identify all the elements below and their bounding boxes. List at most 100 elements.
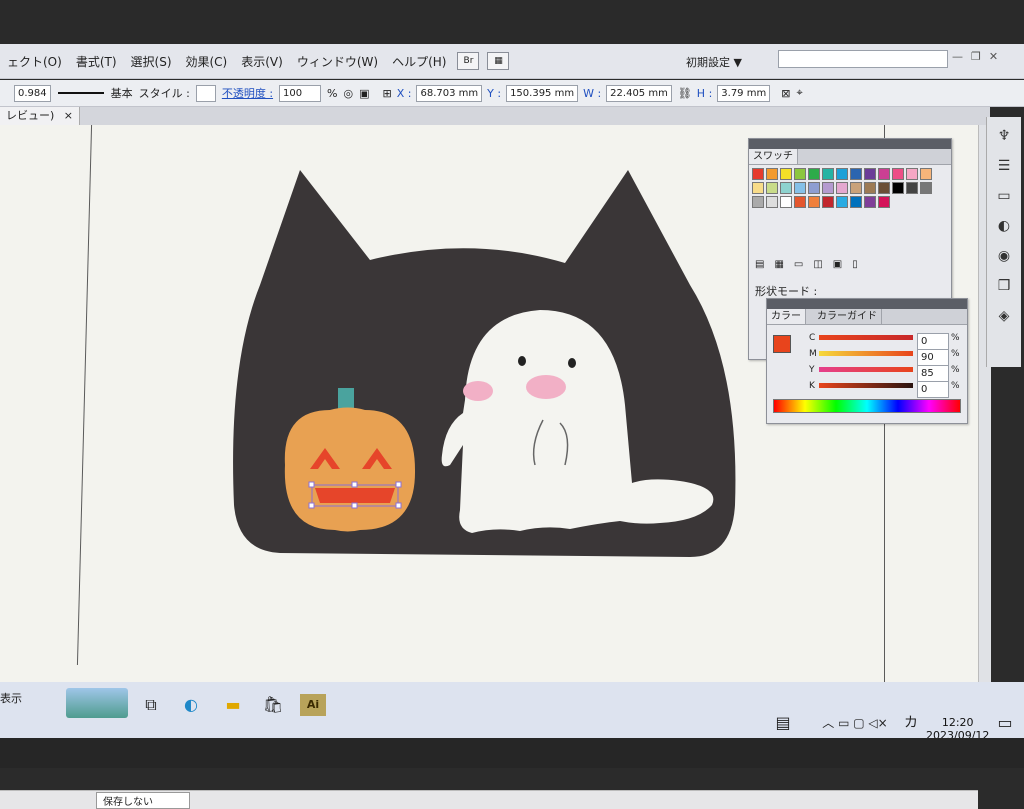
color-guide-tab[interactable]: カラーガイド xyxy=(813,309,882,324)
opacity-field[interactable]: 100 xyxy=(279,84,322,102)
menu-type[interactable]: 書式(T) xyxy=(69,53,124,70)
stroke-style-dropdown[interactable]: 基本 xyxy=(111,85,133,101)
swatch[interactable] xyxy=(864,168,876,180)
swatch[interactable] xyxy=(752,168,764,180)
swatches-tab[interactable]: スワッチ xyxy=(749,149,798,164)
swatch[interactable] xyxy=(892,182,904,194)
menu-help[interactable]: ヘルプ(H) xyxy=(385,53,453,70)
swatches-panel-header[interactable] xyxy=(749,139,951,149)
close-tab-icon[interactable]: × xyxy=(64,109,73,122)
arrange-documents-icon[interactable]: ▦ xyxy=(487,52,510,70)
swatch[interactable] xyxy=(906,168,918,180)
opacity-link[interactable]: 不透明度 : xyxy=(222,85,273,101)
swatch[interactable] xyxy=(836,168,848,180)
swatch[interactable] xyxy=(850,182,862,194)
color-spectrum-bar[interactable] xyxy=(773,399,961,413)
swatch[interactable] xyxy=(920,182,932,194)
style-dropdown[interactable] xyxy=(195,84,216,102)
bridge-button[interactable]: Br xyxy=(457,52,480,70)
swatch[interactable] xyxy=(766,182,778,194)
document-tab[interactable]: レビュー) × xyxy=(0,107,81,125)
swatch[interactable] xyxy=(752,182,764,194)
swatch[interactable] xyxy=(794,182,806,194)
file-explorer-icon[interactable]: ▬ xyxy=(220,694,246,716)
ime-indicator[interactable]: カ xyxy=(898,712,924,734)
notification-icon[interactable]: ▤ xyxy=(770,712,796,734)
search-input[interactable] xyxy=(778,50,948,68)
appearance-icon[interactable]: ◉ xyxy=(993,245,1015,267)
fill-color-swatch[interactable] xyxy=(773,335,791,353)
selection-handle[interactable] xyxy=(395,481,402,488)
color-tab[interactable]: カラー xyxy=(767,309,806,324)
swatch[interactable] xyxy=(808,168,820,180)
edge-browser-icon[interactable]: ◐ xyxy=(178,694,204,716)
minimize-icon[interactable]: — xyxy=(952,50,963,63)
m-slider[interactable] xyxy=(819,351,913,356)
system-tray-icons[interactable]: ︿ ▭ ▢ ◁× xyxy=(810,712,900,734)
stroke-panel-icon[interactable]: ☰ xyxy=(993,155,1015,177)
swatch[interactable] xyxy=(836,196,848,208)
color-panel-header[interactable] xyxy=(767,299,967,309)
k-field[interactable]: 0 xyxy=(917,381,949,398)
swatch[interactable] xyxy=(752,196,764,208)
swatch[interactable] xyxy=(808,182,820,194)
swatch[interactable] xyxy=(878,168,890,180)
graphic-styles-icon[interactable]: ❒ xyxy=(993,275,1015,297)
k-slider[interactable] xyxy=(819,383,913,388)
swatch[interactable] xyxy=(836,182,848,194)
restore-icon[interactable]: ❐ xyxy=(971,50,981,63)
transparency-icon[interactable]: ◐ xyxy=(993,215,1015,237)
stroke-width-field[interactable]: 0.984 xyxy=(14,84,51,102)
swatch[interactable] xyxy=(892,168,904,180)
y-slider[interactable] xyxy=(819,367,913,372)
illustrator-taskbar-button[interactable]: Ai xyxy=(300,694,326,716)
store-icon[interactable]: 🛍 xyxy=(260,694,286,716)
m-field[interactable]: 90 xyxy=(917,349,949,366)
recolor-icon[interactable]: ◎ xyxy=(344,87,354,100)
status-save-field[interactable]: 保存しない xyxy=(96,791,190,809)
swatch[interactable] xyxy=(906,182,918,194)
swatch[interactable] xyxy=(864,196,876,208)
x-field[interactable]: 68.703 mm xyxy=(416,84,483,102)
swatch[interactable] xyxy=(878,196,890,208)
menu-object[interactable]: ェクト(O) xyxy=(0,53,69,70)
menu-view[interactable]: 表示(V) xyxy=(234,53,290,70)
swatch[interactable] xyxy=(780,182,792,194)
swatch[interactable] xyxy=(766,168,778,180)
selection-handle[interactable] xyxy=(351,502,358,509)
swatch[interactable] xyxy=(766,196,778,208)
swatch[interactable] xyxy=(808,196,820,208)
menu-window[interactable]: ウィンドウ(W) xyxy=(290,53,385,70)
w-field[interactable]: 22.405 mm xyxy=(606,84,672,102)
close-icon[interactable]: ✕ xyxy=(989,50,998,63)
selection-handle[interactable] xyxy=(395,502,402,509)
swatch[interactable] xyxy=(822,168,834,180)
swatch[interactable] xyxy=(794,196,806,208)
menu-select[interactable]: 選択(S) xyxy=(124,53,179,70)
c-slider[interactable] xyxy=(819,335,913,340)
swatch[interactable] xyxy=(822,196,834,208)
task-view-icon[interactable]: ⧉ xyxy=(138,694,164,716)
swatch[interactable] xyxy=(878,182,890,194)
symbols-icon[interactable]: ♆ xyxy=(993,125,1015,147)
align-icon[interactable]: ▣ xyxy=(359,87,369,100)
y-field[interactable]: 85 xyxy=(917,365,949,382)
swatch[interactable] xyxy=(780,196,792,208)
swatch[interactable] xyxy=(794,168,806,180)
y-field[interactable]: 150.395 mm xyxy=(506,84,579,102)
pumpkin-body[interactable] xyxy=(284,407,416,532)
swatch[interactable] xyxy=(850,196,862,208)
layers-icon[interactable]: ◈ xyxy=(993,305,1015,327)
swatch[interactable] xyxy=(822,182,834,194)
gradient-icon[interactable]: ▭ xyxy=(993,185,1015,207)
selection-handle[interactable] xyxy=(351,481,358,488)
menu-effect[interactable]: 効果(C) xyxy=(179,53,235,70)
h-field[interactable]: 3.79 mm xyxy=(717,84,771,102)
swatch[interactable] xyxy=(850,168,862,180)
transform-icon[interactable]: ⊠ xyxy=(781,87,790,100)
constrain-link-icon[interactable]: ⛓ xyxy=(678,87,692,100)
c-field[interactable]: 0 xyxy=(917,333,949,350)
reference-point-icon[interactable]: ⊞ xyxy=(383,87,392,100)
swatch[interactable] xyxy=(780,168,792,180)
swatch[interactable] xyxy=(864,182,876,194)
